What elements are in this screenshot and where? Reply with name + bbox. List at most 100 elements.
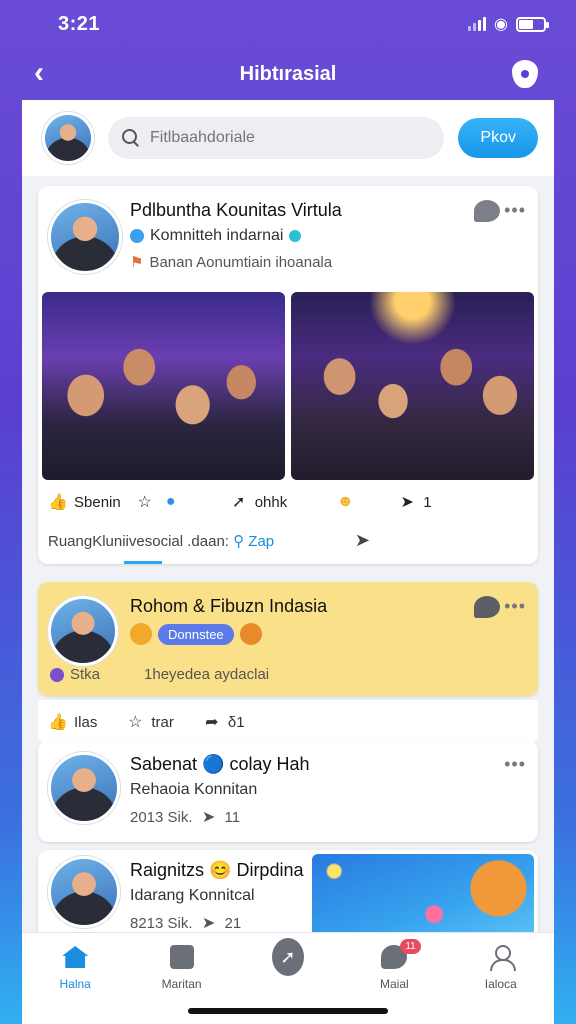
share-count: 21 (224, 914, 242, 932)
battery-icon (516, 16, 549, 32)
search-bar[interactable] (108, 117, 445, 159)
emoji-icon (239, 623, 262, 645)
share-icon[interactable]: ➤ (199, 913, 219, 933)
feed-screen: Pkov Pdlbuntha Kounitas Virtula Komnitte… (22, 100, 554, 1024)
tag-icon (50, 667, 64, 682)
post-card[interactable]: Pdlbuntha Kounitas Virtula Komnitteh ind… (38, 186, 538, 564)
comment-bubble-icon[interactable] (474, 596, 500, 618)
avatar[interactable] (42, 112, 94, 164)
wifi-icon: ◉ (494, 16, 508, 33)
like-label: Sbenin (74, 493, 121, 511)
post-stats-text: 2013 Sik. (130, 808, 193, 826)
share-icon: ➦ (205, 714, 219, 731)
post-header: Sabenat 🔵 colay Hah Rehaoia Konnitan 201… (38, 740, 538, 830)
nav-home[interactable]: Halna (35, 941, 115, 991)
share-label: ohhk (254, 493, 288, 511)
thumbs-up-icon: 👍 (48, 714, 68, 731)
more-options-icon[interactable]: ••• (504, 200, 526, 221)
category-pill[interactable]: Donnstee (158, 623, 234, 645)
post-subtitle: Rehaoia Konnitan (130, 781, 258, 798)
repost-button[interactable]: ➤ 1 (397, 492, 432, 512)
post-title: Rohom & Fibuzn Indasia (130, 596, 328, 616)
repost-icon: ➤ (400, 494, 414, 511)
avatar[interactable] (48, 200, 122, 274)
avatar[interactable] (48, 596, 118, 666)
post-actions: 👍 Sbenin ☆ ● ➚ ohhk ☻ ➤ 1 (38, 480, 538, 512)
nav-profile[interactable]: Ialoca (461, 941, 541, 991)
search-input[interactable] (150, 129, 431, 147)
more-options-icon[interactable]: ••• (504, 754, 526, 775)
post-card[interactable]: Rohom & Fibuzn Indasia Donnstee Stka 1he… (38, 582, 538, 744)
page-title: Hibtırasial (239, 62, 337, 85)
post-subtitle-line: Komnitteh indarnai (130, 227, 524, 245)
post-subtitle: Komnitteh indarnai (150, 227, 284, 244)
avatar[interactable] (48, 856, 120, 928)
comment-bubble-icon[interactable] (474, 200, 500, 222)
signal-icon (468, 17, 487, 31)
notification-badge: 11 (400, 939, 421, 954)
box-icon (166, 941, 198, 973)
verified-icon: ● (165, 493, 176, 510)
share-button[interactable]: ➦ δ1 (202, 712, 245, 732)
shield-icon[interactable] (512, 60, 538, 88)
search-row: Pkov (22, 100, 554, 176)
badge-icon (130, 229, 144, 243)
compose-icon: ➚ (271, 938, 304, 976)
post-stats: 2013 Sik. ➤ 11 (130, 807, 524, 827)
nav-label: Maritan (161, 977, 202, 991)
tag-icon: ⚑ (130, 254, 144, 271)
favorite-button[interactable]: ☆ ● (135, 492, 181, 512)
status-icons: ◉ (468, 14, 549, 34)
home-icon (59, 941, 91, 973)
post-meta: Stka 1heyedea aydaclai (50, 666, 269, 683)
post-header: Rohom & Fibuzn Indasia Donnstee Stka 1he… (38, 582, 538, 683)
home-indicator (188, 1008, 388, 1014)
back-icon[interactable]: ‹ (34, 56, 44, 90)
avatar[interactable] (48, 752, 120, 824)
share-label: δ1 (227, 713, 245, 731)
footer-link-label: Zap (248, 532, 275, 550)
search-icon (122, 129, 140, 147)
post-actions: 👍 Ilas ☆ trar ➦ δ1 (38, 700, 538, 744)
nav-label: Halna (59, 977, 91, 991)
post-title: Pdlbuntha Kounitas Virtula (130, 200, 342, 220)
app-header: ‹ Hibtırasial (22, 48, 554, 100)
post-button[interactable]: Pkov (458, 118, 538, 158)
post-thumbnail[interactable] (312, 854, 534, 940)
send-icon[interactable]: ➤ (355, 530, 370, 551)
post-meta-text: Banan Aonumtiain ihoanala (149, 253, 333, 271)
footer-text: RuangKluniivesocial .daan: (48, 532, 229, 550)
post-photo[interactable] (291, 292, 534, 480)
nav-label: Ialoca (484, 977, 517, 991)
footer-text-group: RuangKluniivesocial .daan: ⚲ Zap (48, 532, 274, 550)
post-title: Sabenat 🔵 colay Hah (130, 754, 310, 774)
post-card[interactable]: Sabenat 🔵 colay Hah Rehaoia Konnitan 201… (38, 740, 538, 842)
star-label: trar (151, 713, 174, 731)
share-count: 11 (224, 808, 241, 826)
favorite-button[interactable]: ☆ trar (125, 712, 174, 732)
like-label: Ilas (74, 713, 98, 731)
share-icon[interactable]: ➤ (199, 807, 219, 827)
nav-messages[interactable]: 11 Maial (354, 939, 434, 991)
like-button[interactable]: 👍 Sbenin (48, 492, 121, 512)
share-button[interactable]: ➚ ohhk (229, 492, 288, 512)
verified-icon (289, 230, 302, 242)
nav-label: Maial (380, 977, 409, 991)
repost-count: 1 (423, 493, 432, 511)
footer-link[interactable]: ⚲ Zap (233, 533, 274, 550)
like-button[interactable]: 👍 Ilas (48, 712, 97, 732)
nav-compose[interactable]: ➚ (248, 938, 328, 976)
share-icon: ➚ (232, 494, 246, 511)
photo-gallery (38, 292, 538, 480)
star-icon: ☆ (128, 714, 143, 731)
more-options-icon[interactable]: ••• (504, 596, 526, 617)
post-photo[interactable] (42, 292, 285, 480)
profile-icon (485, 941, 517, 973)
active-indicator (124, 561, 162, 564)
nav-market[interactable]: Maritan (142, 941, 222, 991)
post-footer: RuangKluniivesocial .daan: ⚲ Zap ➤ (38, 512, 538, 551)
emoji-button[interactable]: ☻ (335, 492, 355, 512)
tag-label: Stka (70, 666, 101, 683)
thumbs-up-icon: 👍 (48, 494, 68, 511)
post-stats-text: 8213 Sik. (130, 914, 193, 932)
